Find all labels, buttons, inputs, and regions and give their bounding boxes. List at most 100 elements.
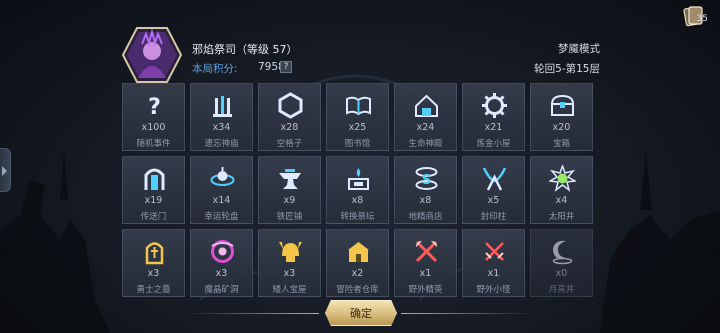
- event-grid: ? x100 随机事件 x34 遗忘神庙 x28 空格子 x25 图书馆 x24…: [122, 83, 593, 297]
- tile-seal-pillar[interactable]: x5 封印柱: [462, 156, 525, 224]
- shop-icon: S: [415, 167, 438, 190]
- shrine-icon: [415, 94, 438, 117]
- tile-label: 矮人宝屋: [272, 285, 307, 295]
- tile-label: 随机事件: [136, 139, 171, 149]
- tile-lucky-wheel[interactable]: x14 幸运轮盘: [190, 156, 253, 224]
- tile-empty-cell[interactable]: x28 空格子: [258, 83, 321, 151]
- tile-count: x8: [419, 195, 432, 206]
- side-drawer-handle[interactable]: [0, 148, 11, 192]
- tile-label: 太阳井: [548, 212, 575, 222]
- tile-library[interactable]: x25 图书馆: [326, 83, 389, 151]
- tile-label: 遗忘神庙: [204, 139, 239, 149]
- helmet-icon: [279, 242, 302, 262]
- question-icon: ?: [148, 95, 161, 119]
- tile-label: 空格子: [276, 139, 303, 149]
- tile-label: 月亮井: [548, 285, 575, 295]
- confirm-bar: 确定: [185, 300, 535, 328]
- tile-alchemy-hut[interactable]: x21 炼金小屋: [462, 83, 525, 151]
- tile-label: 魔晶矿洞: [204, 285, 239, 295]
- warehouse-icon: [348, 242, 369, 262]
- tile-crystal-mine[interactable]: x3 魔晶矿洞: [190, 229, 253, 297]
- tile-field-elite[interactable]: x1 野外精英: [394, 229, 457, 297]
- tile-count: x3: [283, 268, 296, 279]
- tile-count: x28: [280, 122, 299, 133]
- round-floor: 轮回5-第15层: [534, 63, 600, 75]
- avatar[interactable]: [122, 26, 182, 84]
- anvil-icon: [279, 169, 301, 189]
- tile-portal[interactable]: x19 传送门: [122, 156, 185, 224]
- tile-warrior-tomb[interactable]: x3 勇士之墓: [122, 229, 185, 297]
- tile-count: x14: [212, 195, 231, 206]
- tile-label: 封印柱: [480, 212, 507, 222]
- score-label: 本局积分:: [192, 63, 238, 75]
- tile-label: 幸运轮盘: [204, 212, 239, 222]
- tile-forgotten-temple[interactable]: x34 遗忘神庙: [190, 83, 253, 151]
- tile-label: 野外小怪: [476, 285, 511, 295]
- swords-icon: [485, 242, 504, 261]
- tile-moon-well[interactable]: x0 月亮井: [530, 229, 593, 297]
- tile-count: x2: [351, 268, 364, 279]
- tile-label: 生命神殿: [408, 139, 443, 149]
- temple-icon: [213, 96, 232, 117]
- tile-count: x19: [144, 195, 163, 206]
- tile-count: x9: [283, 195, 296, 206]
- chest-icon: [550, 94, 575, 116]
- tile-count: x1: [487, 268, 500, 279]
- tile-sun-well[interactable]: x4 太阳井: [530, 156, 593, 224]
- tile-field-monster[interactable]: x1 野外小怪: [462, 229, 525, 297]
- tile-count: x34: [212, 122, 231, 133]
- tile-count: x4: [555, 195, 568, 206]
- tile-label: 宝箱: [552, 139, 570, 149]
- altar-icon: [348, 168, 369, 190]
- wheel-icon: [210, 167, 235, 186]
- player-name: 邪焰祭司（等级 57）: [192, 43, 298, 56]
- portal-icon: [144, 168, 165, 190]
- tile-conversion-altar[interactable]: x8 转换祭坛: [326, 156, 389, 224]
- tile-label: 传送门: [140, 212, 167, 222]
- tile-label: 野外精英: [408, 285, 443, 295]
- tile-label: 铁匠铺: [276, 212, 303, 222]
- tile-goblin-shop[interactable]: S x8 地精商店: [394, 156, 457, 224]
- tile-label: 冒险者仓库: [336, 285, 379, 295]
- tomb-icon: [145, 242, 164, 265]
- game-mode: 梦魇模式: [558, 43, 600, 55]
- tile-count: x3: [215, 268, 228, 279]
- book-icon: [346, 96, 371, 116]
- moon-icon: [552, 240, 573, 265]
- tile-count: x8: [351, 195, 364, 206]
- divider-left: [185, 313, 319, 314]
- tile-blacksmith[interactable]: x9 铁匠铺: [258, 156, 321, 224]
- tile-label: 地精商店: [408, 212, 443, 222]
- gear-icon: [482, 93, 507, 118]
- tile-count: x5: [487, 195, 500, 206]
- sun-icon: [549, 165, 576, 192]
- tile-count: x3: [147, 268, 160, 279]
- tile-label: 炼金小屋: [476, 139, 511, 149]
- tile-count: x25: [348, 122, 367, 133]
- tile-count: x24: [416, 122, 435, 133]
- axes-icon: [415, 240, 438, 263]
- cards-count: 35: [696, 14, 708, 24]
- svg-text:S: S: [422, 173, 431, 188]
- seal-icon: [482, 167, 507, 191]
- tile-label: 图书馆: [344, 139, 371, 149]
- hexagon-icon: [278, 92, 303, 119]
- tile-dwarf-treasury[interactable]: x3 矮人宝屋: [258, 229, 321, 297]
- tile-treasure-chest[interactable]: x20 宝箱: [530, 83, 593, 151]
- tile-count: x21: [484, 122, 503, 133]
- crystal-icon: [211, 240, 234, 263]
- help-button[interactable]: ?: [280, 61, 292, 73]
- tile-count: x100: [141, 122, 166, 133]
- svg-text:?: ?: [148, 95, 161, 119]
- tile-life-shrine[interactable]: x24 生命神殿: [394, 83, 457, 151]
- tile-adventurer-warehouse[interactable]: x2 冒险者仓库: [326, 229, 389, 297]
- tile-count: x0: [555, 268, 568, 279]
- tile-random-event[interactable]: ? x100 随机事件: [122, 83, 185, 151]
- tile-count: x1: [419, 268, 432, 279]
- tile-count: x20: [552, 122, 571, 133]
- divider-right: [401, 313, 535, 314]
- confirm-button[interactable]: 确定: [325, 300, 397, 326]
- player-header: 邪焰祭司（等级 57） 本局积分: 7958 ? 梦魇模式 轮回5-第15层: [122, 26, 600, 84]
- tile-label: 转换祭坛: [340, 212, 375, 222]
- tile-label: 勇士之墓: [136, 285, 171, 295]
